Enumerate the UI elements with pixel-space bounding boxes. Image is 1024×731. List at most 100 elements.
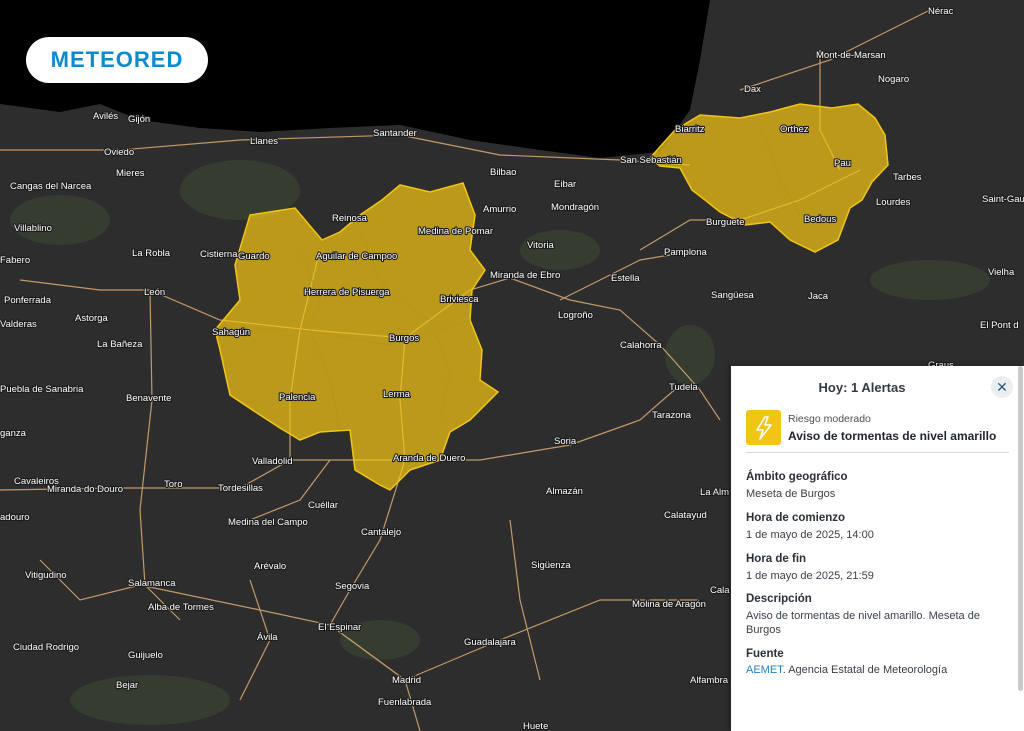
city-label: Puebla de Sanabria bbox=[0, 384, 84, 395]
city-label: El Pont d bbox=[980, 320, 1019, 331]
city-label: Miranda do Douro bbox=[47, 484, 123, 495]
city-label: Nogaro bbox=[878, 74, 909, 85]
city-label: Santander bbox=[373, 128, 417, 139]
city-label: Fabero bbox=[0, 255, 30, 266]
start-value: 1 de mayo de 2025, 14:00 bbox=[746, 529, 874, 541]
panel-scrollbar[interactable] bbox=[1018, 366, 1023, 691]
city-label: Avilés bbox=[93, 111, 118, 122]
city-label: Valladolid bbox=[252, 456, 293, 467]
city-label: Burguete bbox=[706, 217, 745, 228]
city-label: Salamanca bbox=[128, 578, 176, 589]
city-label: Cuéllar bbox=[308, 500, 338, 511]
city-label: Aguilar de Campoo bbox=[316, 251, 397, 262]
city-label: Bedous bbox=[804, 214, 836, 225]
city-label: Mont-de-Marsan bbox=[816, 50, 886, 61]
city-label: Eibar bbox=[554, 179, 576, 190]
city-label: Mondragón bbox=[551, 202, 599, 213]
description-label: Descripción bbox=[746, 593, 812, 605]
city-label: Tarbes bbox=[893, 172, 922, 183]
city-label: Cangas del Narcea bbox=[10, 181, 92, 192]
city-label: Soria bbox=[554, 436, 577, 447]
meteored-logo[interactable]: METEORED bbox=[26, 37, 208, 83]
city-label: La Bañeza bbox=[97, 339, 143, 350]
area-value: Meseta de Burgos bbox=[746, 488, 836, 500]
city-label: Briviesca bbox=[440, 294, 479, 305]
city-label: Orthez bbox=[780, 124, 809, 135]
city-label: Pamplona bbox=[664, 247, 707, 258]
description-value: Aviso de tormentas de nivel amarillo. Me… bbox=[746, 610, 980, 636]
city-label: León bbox=[144, 287, 165, 298]
city-label: Vitigudino bbox=[25, 570, 67, 581]
alerts-panel: Hoy: 1 Alertas ✕ Riesgo moderado Aviso d… bbox=[731, 366, 1024, 731]
city-label: Alba de Tormes bbox=[148, 602, 214, 613]
alert-title: Aviso de tormentas de nivel amarillo bbox=[788, 429, 997, 443]
city-label: Reinosa bbox=[332, 213, 368, 224]
city-label: Amurrio bbox=[483, 204, 516, 215]
city-label: Nérac bbox=[928, 6, 954, 17]
city-label: Benavente bbox=[126, 393, 171, 404]
close-icon: ✕ bbox=[996, 379, 1008, 395]
city-label: Saint-Gau bbox=[982, 194, 1024, 205]
city-label: Alfambra bbox=[690, 675, 729, 686]
city-label: Cala bbox=[710, 585, 730, 596]
area-label: Ámbito geográfico bbox=[746, 471, 848, 483]
end-value: 1 de mayo de 2025, 21:59 bbox=[746, 570, 874, 582]
city-label: Bilbao bbox=[490, 167, 516, 178]
city-label: Medina del Campo bbox=[228, 517, 308, 528]
city-label: Mieres bbox=[116, 168, 145, 179]
city-label: Sangüesa bbox=[711, 290, 755, 301]
city-label: Gijón bbox=[128, 114, 150, 125]
city-label: Palencia bbox=[279, 392, 316, 403]
city-label: Estella bbox=[611, 273, 640, 284]
city-label: Molina de Aragón bbox=[632, 599, 706, 610]
divider bbox=[746, 452, 1009, 453]
city-label: Lerma bbox=[383, 389, 411, 400]
city-label: Tordesillas bbox=[218, 483, 263, 494]
city-label: Calahorra bbox=[620, 340, 662, 351]
city-label: Villablino bbox=[14, 223, 52, 234]
city-label: Miranda de Ebro bbox=[490, 270, 560, 281]
city-label: Ponferrada bbox=[4, 295, 52, 306]
city-label: Tudela bbox=[669, 382, 698, 393]
city-label: Arévalo bbox=[254, 561, 286, 572]
city-label: Ciudad Rodrigo bbox=[13, 642, 79, 653]
city-label: Oviedo bbox=[104, 147, 134, 158]
city-label: Vitoria bbox=[527, 240, 554, 251]
city-label: Guadalajara bbox=[464, 637, 516, 648]
city-label: Jaca bbox=[808, 291, 829, 302]
city-label: Valderas bbox=[0, 319, 37, 330]
city-label: Aranda de Duero bbox=[393, 453, 465, 464]
city-label: Bejar bbox=[116, 680, 138, 691]
city-label: Vielha bbox=[988, 267, 1015, 278]
city-label: Herrera de Pisuerga bbox=[304, 287, 390, 298]
city-label: Huete bbox=[523, 721, 548, 731]
city-label: Almazán bbox=[546, 486, 583, 497]
city-label: Llanes bbox=[250, 136, 278, 147]
source-label: Fuente bbox=[746, 648, 784, 660]
source-text: . Agencia Estatal de Meteorología bbox=[782, 664, 948, 676]
end-label: Hora de fin bbox=[746, 553, 807, 565]
city-label: Dax bbox=[744, 84, 761, 95]
source-value: AEMET. Agencia Estatal de Meteorología bbox=[746, 663, 1001, 677]
city-label: Logroño bbox=[558, 310, 593, 321]
city-label: Lourdes bbox=[876, 197, 911, 208]
city-label: Biarritz bbox=[675, 124, 705, 135]
city-label: Burgos bbox=[389, 333, 419, 344]
city-label: Calatayud bbox=[664, 510, 707, 521]
city-label: El Espinar bbox=[318, 622, 361, 633]
city-label: Segovia bbox=[335, 581, 370, 592]
city-label: Madrid bbox=[392, 675, 421, 686]
aemet-link[interactable]: AEMET bbox=[746, 664, 783, 676]
city-label: Astorga bbox=[75, 313, 108, 324]
city-label: Fuenlabrada bbox=[378, 697, 432, 708]
logo-text: METEORED bbox=[50, 47, 184, 72]
city-label: Guardo bbox=[238, 251, 270, 262]
city-label: Toro bbox=[164, 479, 182, 490]
risk-level: Riesgo moderado bbox=[788, 413, 871, 425]
panel-title: Hoy: 1 Alertas bbox=[818, 380, 906, 395]
city-label: Pau bbox=[834, 158, 851, 169]
close-button[interactable]: ✕ bbox=[991, 376, 1013, 398]
city-label: adouro bbox=[0, 512, 30, 523]
city-label: La Robla bbox=[132, 248, 171, 259]
thunderstorm-icon bbox=[746, 410, 781, 445]
